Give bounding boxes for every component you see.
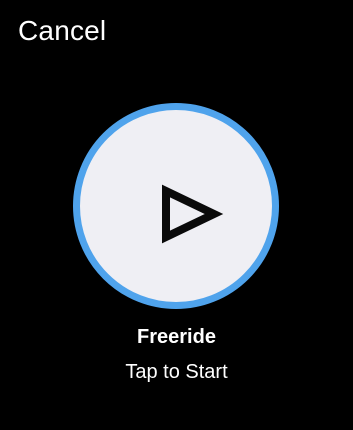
start-hint: Tap to Start bbox=[125, 361, 228, 383]
start-workout-button[interactable] bbox=[73, 103, 279, 309]
cancel-button[interactable]: Cancel bbox=[18, 13, 106, 49]
workout-title: Freeride bbox=[137, 326, 216, 348]
play-icon bbox=[80, 110, 272, 302]
